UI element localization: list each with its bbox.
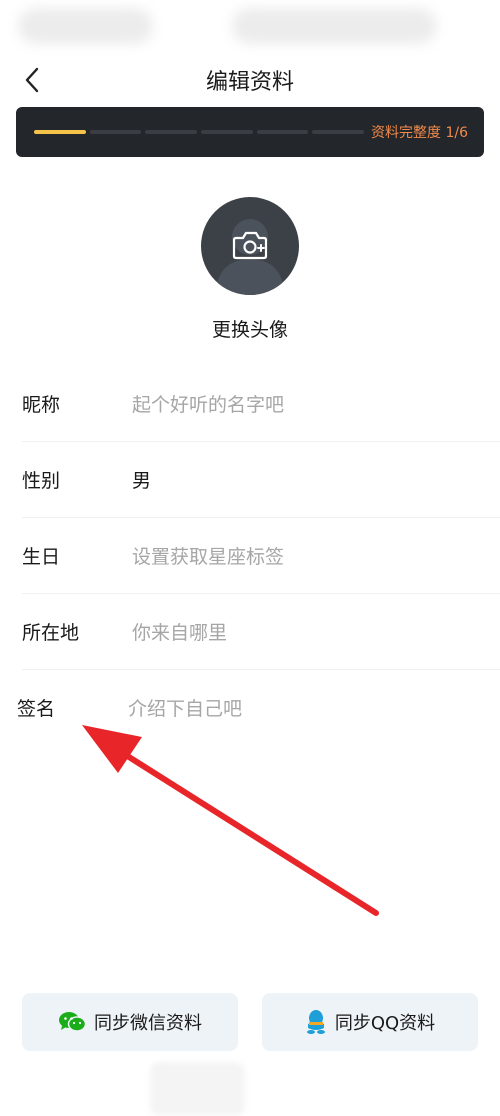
status-bar-right-blur: [232, 8, 437, 44]
nickname-input[interactable]: 起个好听的名字吧: [132, 390, 284, 417]
form-row-birthday[interactable]: 生日 设置获取星座标签: [0, 518, 500, 594]
form-row-nickname[interactable]: 昵称 起个好听的名字吧: [0, 366, 500, 442]
sync-qq-label: 同步QQ资料: [334, 1013, 436, 1034]
nav-bar: 编辑资料: [0, 56, 500, 104]
wechat-icon: [59, 1012, 86, 1032]
profile-completeness-text: 资料完整度 1/6: [371, 125, 468, 141]
form-row-label: 所在地: [22, 622, 80, 644]
progress-segment: [201, 130, 253, 134]
form-row-label: 性别: [22, 470, 61, 492]
progress-segment: [312, 130, 365, 134]
page-title: 编辑资料: [205, 70, 294, 95]
sync-qq-button[interactable]: 同步QQ资料: [262, 993, 478, 1051]
status-bar-left-blur: [18, 8, 153, 44]
form-row-label: 签名: [17, 698, 56, 720]
home-indicator-blur: [150, 1062, 245, 1116]
sync-wechat-button[interactable]: 同步微信资料: [22, 993, 238, 1051]
change-avatar-label[interactable]: 更换头像: [0, 315, 500, 342]
camera-plus-icon: [232, 231, 268, 260]
form-row-label: 昵称: [22, 394, 61, 416]
qq-icon: [306, 1010, 325, 1034]
progress-segment: [145, 130, 198, 134]
progress-segment: [89, 130, 142, 134]
status-bar: [0, 0, 500, 52]
form-row-signature[interactable]: 签名 介绍下自己吧: [0, 670, 500, 746]
birthday-input[interactable]: 设置获取星座标签: [132, 542, 284, 569]
profile-completeness-card: 资料完整度 1/6: [16, 107, 484, 157]
form-row-label: 生日: [22, 546, 61, 568]
progress-segment: [256, 130, 309, 134]
gender-value[interactable]: 男: [132, 466, 151, 493]
form-row-gender[interactable]: 性别 男: [0, 442, 500, 518]
location-input[interactable]: 你来自哪里: [132, 618, 227, 645]
sync-wechat-label: 同步微信资料: [94, 1013, 202, 1034]
progress-segment: [34, 130, 86, 134]
signature-input[interactable]: 介绍下自己吧: [128, 694, 242, 721]
form-row-location[interactable]: 所在地 你来自哪里: [0, 594, 500, 670]
annotation-arrow: [82, 725, 379, 916]
profile-progress-bar: [34, 130, 365, 134]
avatar[interactable]: [201, 197, 299, 295]
